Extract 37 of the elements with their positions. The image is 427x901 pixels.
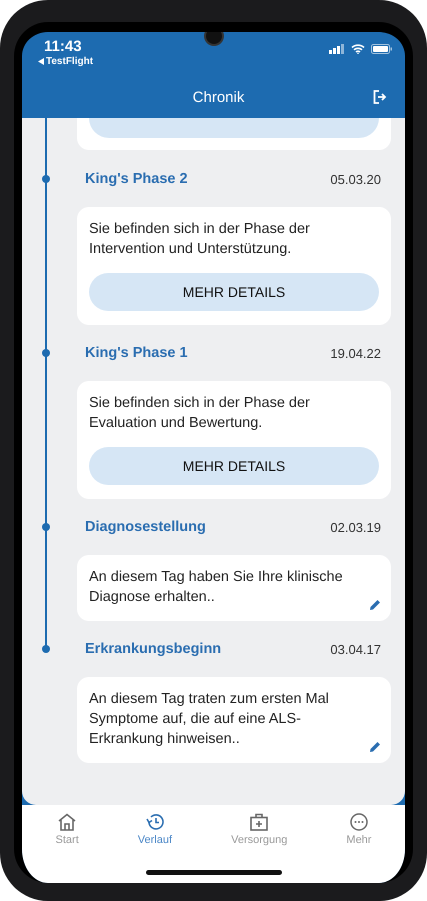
pencil-icon[interactable] xyxy=(369,741,381,753)
tab-bar-item[interactable]: Versorgung xyxy=(231,813,288,846)
event-description: An diesem Tag traten zum ersten Mal Symptome auf, die auf eine ALS-Erkrankung hinweisen.. xyxy=(89,690,330,749)
event-date: 03.04.17 xyxy=(330,642,381,656)
tab-bar-item[interactable]: Start xyxy=(56,813,79,846)
screen-title: Chronik xyxy=(192,88,244,106)
timeline-dot xyxy=(42,175,50,183)
tab-bar-item[interactable]: Mehr xyxy=(346,813,372,846)
back-to-app-link[interactable]: TestFlight xyxy=(38,56,94,67)
event-date: 19.04.22 xyxy=(330,346,381,360)
house-icon xyxy=(57,813,78,831)
details-button[interactable]: MEHR DETAILS xyxy=(89,447,379,485)
event-title: King's Phase 1 xyxy=(85,345,188,361)
back-triangle-icon xyxy=(38,58,44,65)
history-icon xyxy=(144,813,165,831)
camera-dot xyxy=(206,32,222,44)
more-icon xyxy=(348,813,369,831)
event-description: An diesem Tag haben Sie Ihre klinische Diagnose erhalten.. xyxy=(89,568,344,607)
battery-icon xyxy=(371,44,393,54)
timeline-dot xyxy=(42,523,50,531)
event-title: Diagnosestellung xyxy=(85,519,206,535)
signal-icon xyxy=(329,44,345,54)
tab-bar-item[interactable]: Verlauf xyxy=(138,813,172,846)
event-description: Sie befinden sich in der Phase der Evaluation und Bewertung. xyxy=(89,394,311,433)
pencil-icon[interactable] xyxy=(369,599,381,611)
medical-kit-icon xyxy=(249,813,270,831)
event-date: 05.03.20 xyxy=(330,172,381,186)
logout-icon[interactable] xyxy=(373,90,387,104)
timeline-dot xyxy=(42,645,50,653)
event-date: 02.03.19 xyxy=(330,520,381,534)
wifi-icon xyxy=(351,44,365,54)
event-title: King's Phase 2 xyxy=(85,171,188,187)
event-title: Erkrankungsbeginn xyxy=(85,641,222,657)
status-time: 11:43 xyxy=(44,38,83,56)
event-description: Sie befinden sich in der Phase der Intervention und Unterstützung. xyxy=(89,220,311,259)
timeline-dot xyxy=(42,349,50,357)
details-button[interactable]: MEHR DETAILS xyxy=(89,273,379,311)
